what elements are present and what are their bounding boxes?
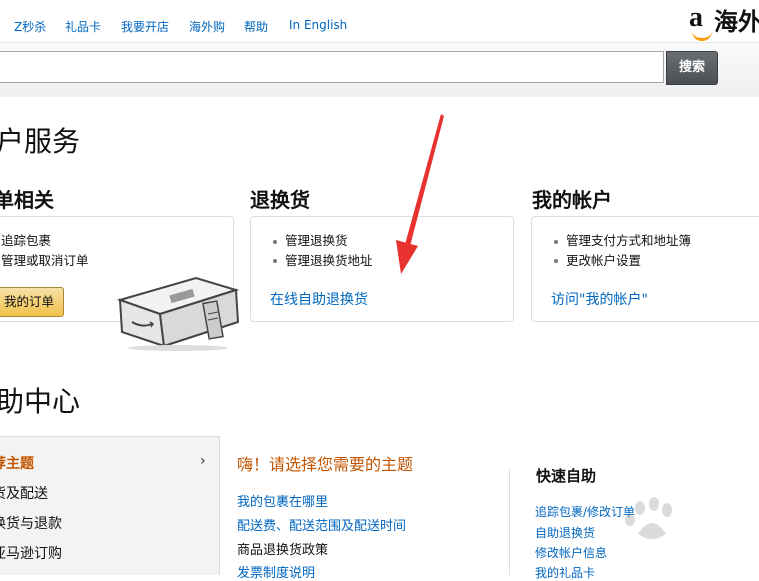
topics-heading: 嗨！请选择您需要的主题: [237, 455, 414, 474]
page-title: 户服务: [0, 125, 81, 158]
top-nav: Z秒杀 礼品卡 我要开店 海外购 帮助 In English a 海外: [0, 0, 759, 43]
quick-link-gift-card[interactable]: 我的礼品卡: [535, 564, 595, 581]
visit-my-account-link[interactable]: 访问"我的帐户": [551, 289, 648, 309]
list-item[interactable]: 管理或取消订单: [1, 251, 89, 271]
list-item[interactable]: 追踪包裹: [1, 231, 89, 251]
topic-link-return-policy[interactable]: 商品退换货政策: [237, 539, 328, 558]
list-item[interactable]: 更改帐户设置: [554, 251, 691, 271]
topic-link-shipping-fees[interactable]: 配送费、配送范围及配送时间: [237, 515, 406, 534]
topic-link-invoice[interactable]: 发票制度说明: [237, 562, 315, 581]
help-sidebar: 荐主题 › 货及配送 换货与退款 亚马逊订购: [0, 436, 220, 575]
section-title-account: 我的帐户: [532, 188, 612, 212]
package-box-illustration: [116, 276, 240, 351]
sidebar-item-returns[interactable]: 换货与退款: [0, 513, 62, 533]
search-input[interactable]: [0, 51, 664, 83]
returns-card: 管理退换货 管理退换货地址 在线自助退换货: [250, 216, 514, 322]
account-item-payment[interactable]: 管理支付方式和地址簿: [566, 233, 691, 248]
quick-link-self-return[interactable]: 自助退换货: [535, 524, 595, 541]
sidebar-item-amazon-ordering[interactable]: 亚马逊订购: [0, 543, 62, 563]
section-title-returns: 退换货: [250, 188, 310, 212]
list-item[interactable]: 管理退换货地址: [273, 251, 373, 271]
smile-icon: [692, 30, 712, 41]
search-bar: 搜索: [0, 43, 759, 97]
list-item[interactable]: 管理支付方式和地址簿: [554, 231, 691, 251]
returns-item-manage[interactable]: 管理退换货: [285, 233, 348, 248]
divider: [509, 470, 510, 575]
annotation-arrow-icon: [396, 114, 444, 274]
quick-help-title: 快速自助: [536, 467, 597, 485]
nav-link-english[interactable]: In English: [289, 18, 347, 32]
list-item[interactable]: 管理退换货: [273, 231, 373, 251]
bullet-icon: [554, 259, 558, 263]
bullet-icon: [273, 239, 277, 244]
account-item-settings[interactable]: 更改帐户设置: [566, 253, 641, 268]
search-button[interactable]: 搜索: [666, 51, 718, 85]
nav-link-gift-card[interactable]: 礼品卡: [65, 18, 101, 35]
logo-text: 海外: [714, 8, 759, 36]
paw-watermark-icon: [625, 497, 672, 539]
nav-link-help[interactable]: 帮助: [244, 18, 268, 35]
my-orders-button[interactable]: 我的订单: [0, 287, 64, 317]
nav-link-global-shop[interactable]: 海外购: [189, 18, 225, 35]
topic-link-where-package[interactable]: 我的包裹在哪里: [237, 491, 328, 510]
returns-item-address[interactable]: 管理退换货地址: [285, 253, 373, 268]
self-service-returns-link[interactable]: 在线自助退换货: [270, 289, 368, 309]
orders-item-track[interactable]: 追踪包裹: [1, 233, 51, 248]
bullet-icon: [273, 259, 277, 263]
orders-item-manage[interactable]: 管理或取消订单: [1, 253, 89, 268]
sidebar-item-shipping[interactable]: 货及配送: [0, 483, 48, 503]
account-card: 管理支付方式和地址簿 更改帐户设置 访问"我的帐户": [531, 216, 759, 322]
bullet-icon: [554, 239, 558, 244]
section-title-orders: 单相关: [0, 188, 54, 212]
chevron-right-icon: ›: [200, 453, 206, 469]
help-center-title: 助中心: [0, 385, 81, 418]
quick-link-account[interactable]: 修改帐户信息: [535, 544, 607, 561]
nav-link-open-store[interactable]: 我要开店: [121, 18, 169, 35]
sidebar-item-recommended[interactable]: 荐主题: [0, 453, 34, 473]
nav-link-flash-sale[interactable]: Z秒杀: [14, 18, 46, 35]
